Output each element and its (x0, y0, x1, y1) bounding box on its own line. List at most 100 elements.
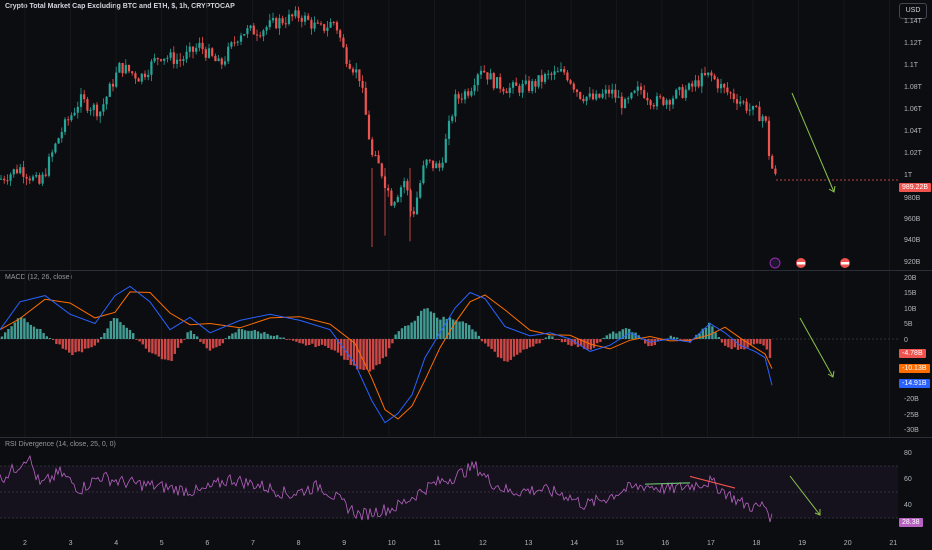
macd-histogram-bar (231, 333, 234, 339)
macd-histogram-bar (535, 339, 538, 344)
candle-body (700, 73, 703, 87)
candle-body (243, 34, 246, 36)
macd-histogram-bar (212, 339, 215, 349)
candle-body (195, 47, 198, 52)
candle-body (57, 138, 60, 144)
candle-body (345, 47, 348, 65)
candle-body (543, 73, 547, 82)
rsi-chart[interactable] (0, 438, 932, 534)
macd-histogram-bar (122, 325, 125, 339)
candle-body (95, 104, 99, 117)
macd-histogram-bar (720, 339, 724, 343)
macd-histogram-bar (100, 337, 103, 339)
macd-histogram-bar (45, 336, 48, 339)
macd-histogram-bar (519, 339, 522, 353)
price-pane[interactable]: Crypto Total Market Cap Excluding BTC an… (0, 0, 932, 270)
macd-histogram-bar (109, 320, 112, 339)
time-axis-label: 2 (23, 540, 27, 547)
macd-histogram-bar (77, 339, 80, 352)
macd-histogram-bar (320, 339, 324, 345)
candle-body (326, 27, 329, 31)
candle-body (774, 168, 777, 174)
macd-histogram-bar (752, 339, 756, 345)
candle-body (630, 92, 633, 99)
macd-histogram-bar (647, 339, 650, 347)
macd-histogram-bar (717, 337, 720, 339)
macd-histogram-bar (272, 335, 276, 339)
macd-histogram-bar (484, 339, 487, 344)
price-chart[interactable] (0, 0, 932, 270)
candle-body (335, 22, 339, 31)
macd-histogram-bar (138, 339, 141, 342)
macd-chart[interactable] (0, 271, 932, 437)
macd-histogram-bar (365, 339, 368, 370)
candle-body (28, 178, 31, 181)
candle-body (761, 116, 764, 122)
candle-body (278, 18, 281, 29)
candle-body (143, 73, 147, 78)
candle-body (415, 197, 419, 215)
macd-histogram-bar (301, 339, 304, 344)
macd-histogram-bar (567, 339, 570, 345)
time-axis-label: 3 (68, 540, 73, 547)
macd-histogram-bar (624, 328, 628, 339)
macd-histogram-bar (154, 339, 157, 355)
candle-body (659, 96, 662, 98)
axis-tick-label: 40 (904, 502, 912, 509)
candle-body (508, 87, 511, 93)
candle-body (412, 211, 415, 215)
candle-body (435, 163, 438, 169)
time-axis-label: 15 (615, 540, 624, 547)
macd-histogram-bar (84, 339, 87, 349)
macd-histogram-bar (10, 326, 13, 339)
macd-histogram-bar (493, 339, 496, 352)
macd-histogram-bar (410, 322, 413, 339)
candle-body (431, 160, 435, 169)
candle-body (185, 51, 188, 60)
candle-body (675, 89, 678, 99)
candle-body (153, 58, 156, 62)
macd-histogram-bar (391, 339, 394, 344)
axis-tick-label: 15B (904, 290, 917, 297)
macd-histogram-bar (554, 339, 557, 340)
macd-histogram-bar (36, 328, 39, 339)
macd-histogram-bar (500, 339, 503, 359)
candle-body (627, 98, 630, 100)
rsi-pane[interactable]: RSI Divergence (14, close, 25, 0, 0) 80 6… (0, 438, 932, 534)
macd-histogram-bar (112, 317, 116, 339)
candle-body (559, 69, 563, 72)
candle-body (214, 55, 217, 62)
macd-histogram-bar (381, 339, 384, 359)
macd-histogram-bar (378, 339, 381, 365)
macd-histogram-bar (215, 339, 218, 348)
macd-histogram-bar (560, 339, 564, 343)
candle-body (441, 162, 444, 168)
candle-body (729, 92, 732, 94)
macd-histogram-bar (282, 337, 285, 339)
macd-histogram-bar (183, 339, 186, 340)
time-axis-label: 21 (889, 540, 898, 547)
macd-histogram-bar (244, 330, 247, 339)
macd-histogram-bar (164, 339, 167, 360)
candle-body (524, 80, 527, 84)
candle-body (620, 96, 623, 109)
candle-body (70, 115, 73, 121)
macd-histogram-bar (224, 338, 228, 340)
candle-body (745, 101, 748, 111)
axis-tick-label: 20B (904, 275, 917, 282)
macd-histogram-bar (276, 335, 279, 339)
macd-histogram-bar (128, 329, 132, 339)
macd-histogram-bar (208, 339, 212, 351)
macd-pane[interactable]: MACD (12, 26, close) 20B 15B 10B 5B 0 -20B -25… (0, 271, 932, 437)
axis-tick-label: 1T (904, 172, 913, 179)
candle-body (502, 88, 505, 92)
macd-histogram-bar (192, 334, 196, 339)
macd-histogram-bar (477, 335, 480, 339)
macd-histogram-bar (71, 339, 74, 356)
macd-histogram-bar (516, 339, 519, 355)
axis-tick-label: 1.04T (904, 128, 922, 135)
macd-histogram-bar (93, 339, 96, 346)
macd-histogram-bar (199, 339, 202, 342)
candle-body (207, 48, 211, 58)
macd-histogram-bar (23, 318, 26, 339)
